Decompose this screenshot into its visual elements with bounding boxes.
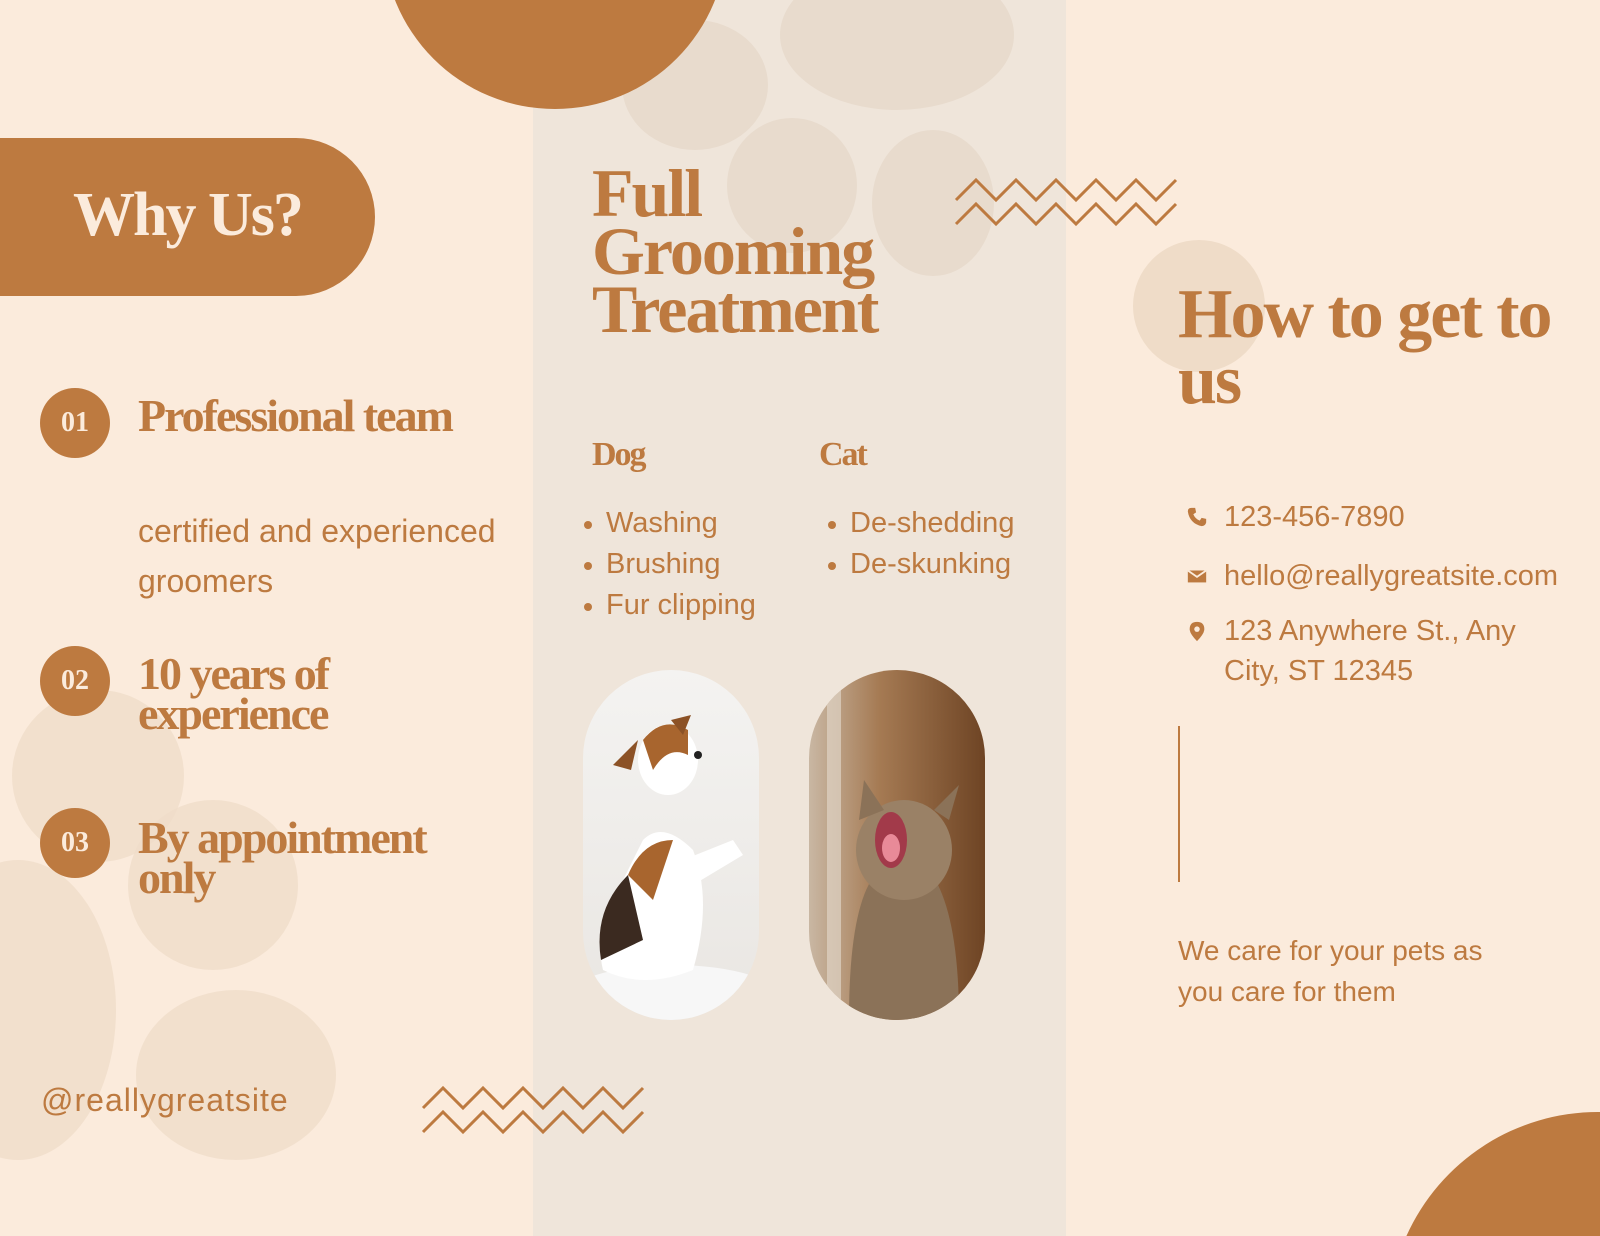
item-number: 02 — [40, 646, 110, 716]
item-title: By appointment only — [138, 812, 428, 903]
phone-number: 123-456-7890 — [1224, 501, 1405, 533]
list-item: De-shedding — [828, 503, 1014, 544]
dog-photo — [583, 670, 759, 1020]
list-item: Fur clipping — [584, 585, 756, 626]
dog-illustration — [583, 715, 759, 1020]
item-title: Professional team — [138, 390, 454, 441]
item-description: certified and experienced groomers — [138, 513, 496, 599]
item-title: 10 years of experience — [138, 648, 330, 739]
dog-heading: Dog — [592, 436, 647, 473]
cat-illustration — [827, 670, 959, 1020]
tagline: We care for your pets as you care for th… — [1178, 935, 1483, 1007]
social-handle: @reallygreatsite — [41, 1082, 289, 1118]
why-us-banner: Why Us? — [0, 138, 375, 296]
location-pin-icon — [1189, 621, 1205, 642]
services-title: Full Grooming Treatment — [592, 155, 879, 347]
decorative-blob — [136, 990, 336, 1160]
street-address: 123 Anywhere St., Any City, ST 12345 — [1224, 615, 1516, 687]
zigzag-decoration — [421, 1086, 645, 1135]
email-address: hello@reallygreatsite.com — [1224, 560, 1559, 592]
phone-icon — [1187, 507, 1207, 527]
directions-title: How to get to us — [1178, 276, 1553, 419]
cat-photo — [809, 670, 985, 1020]
why-us-title: Why Us? — [73, 181, 304, 249]
decorative-circle — [1406, 1112, 1600, 1236]
dog-services-list: Washing Brushing Fur clipping — [584, 503, 756, 626]
list-item: De-skunking — [828, 544, 1014, 585]
mail-icon — [1187, 569, 1207, 583]
list-item: Brushing — [584, 544, 756, 585]
item-number: 03 — [40, 808, 110, 878]
zigzag-decoration — [954, 178, 1178, 227]
cat-heading: Cat — [819, 436, 868, 473]
divider-line — [1178, 726, 1180, 882]
list-item: Washing — [584, 503, 756, 544]
cat-services-list: De-shedding De-skunking — [828, 503, 1014, 585]
item-number: 01 — [40, 388, 110, 458]
